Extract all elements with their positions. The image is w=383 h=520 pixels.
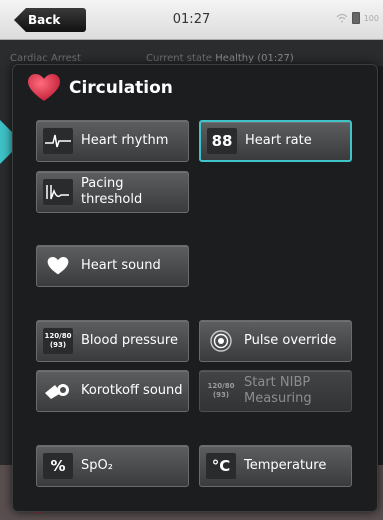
- start-nibp-label-line2: Measuring: [244, 391, 312, 406]
- blood-pressure-icon: 120/80 (93): [43, 328, 73, 354]
- heart-sound-label: Heart sound: [81, 258, 161, 274]
- heart-rhythm-label: Heart rhythm: [81, 133, 169, 149]
- korotkoff-sound-label: Korotkoff sound: [81, 383, 183, 399]
- pacing-waveform-icon: [43, 179, 73, 205]
- heart-rate-icon-text: 88: [211, 132, 233, 150]
- heart-rate-button[interactable]: 88 Heart rate: [199, 120, 352, 162]
- dialog-title: Circulation: [27, 73, 173, 103]
- status-bar: Back 01:27 100: [0, 0, 383, 40]
- battery-icon: [351, 12, 360, 24]
- blood-pressure-button[interactable]: 120/80 (93) Blood pressure: [36, 320, 189, 362]
- nibp-icon-bottom: (93): [212, 391, 230, 399]
- blood-pressure-label: Blood pressure: [81, 333, 178, 349]
- state-label: Current state: [146, 53, 213, 64]
- heart-rate-label: Heart rate: [245, 133, 312, 149]
- spo2-icon-text: %: [50, 457, 66, 475]
- case-name: Cardiac Arrest: [10, 53, 81, 64]
- clock: 01:27: [172, 12, 211, 27]
- percent-icon: %: [43, 453, 73, 479]
- pulse-override-label: Pulse override: [244, 333, 337, 349]
- nibp-icon-top: 120/80: [207, 382, 235, 390]
- battery-level: 100: [363, 13, 379, 23]
- temperature-icon-text: °C: [211, 457, 231, 475]
- pacing-threshold-button[interactable]: Pacing threshold: [36, 171, 189, 213]
- bp-cuff-icon: [43, 378, 73, 404]
- bp-icon-top: 120/80: [44, 332, 72, 340]
- heart-icon: [28, 74, 60, 101]
- pulse-rings-icon: [206, 328, 236, 354]
- current-state: Current state Healthy (01:27): [146, 53, 294, 64]
- korotkoff-sound-button[interactable]: Korotkoff sound: [36, 370, 189, 412]
- heart-sound-button[interactable]: Heart sound: [36, 245, 189, 287]
- dialog-title-text: Circulation: [69, 78, 173, 98]
- background-header: Cardiac Arrest Current state Healthy (01…: [0, 40, 383, 66]
- heart-rate-icon: 88: [207, 128, 237, 154]
- temperature-label: Temperature: [244, 458, 327, 474]
- start-nibp-button[interactable]: 120/80 (93) Start NIBP Measuring: [199, 370, 352, 412]
- start-nibp-label: Start NIBP Measuring: [244, 375, 312, 406]
- state-value: Healthy (01:27): [215, 53, 294, 64]
- start-nibp-label-line1: Start NIBP: [244, 375, 311, 391]
- pacing-threshold-label: Pacing threshold: [81, 176, 143, 207]
- spo2-button[interactable]: % SpO₂: [36, 445, 189, 487]
- circulation-dialog: Circulation Heart rhythm 88 Heart rate P…: [12, 64, 378, 512]
- ecg-waveform-icon: [43, 128, 73, 154]
- pulse-override-button[interactable]: Pulse override: [199, 320, 352, 362]
- bp-icon-bottom: (93): [49, 341, 67, 349]
- heart-icon: [43, 253, 73, 279]
- celsius-icon: °C: [206, 453, 236, 479]
- wifi-icon: [336, 13, 348, 23]
- temperature-button[interactable]: °C Temperature: [199, 445, 352, 487]
- spo2-label: SpO₂: [81, 458, 113, 474]
- heart-rhythm-button[interactable]: Heart rhythm: [36, 120, 189, 162]
- nibp-icon: 120/80 (93): [206, 378, 236, 404]
- status-icons: 100: [336, 12, 379, 24]
